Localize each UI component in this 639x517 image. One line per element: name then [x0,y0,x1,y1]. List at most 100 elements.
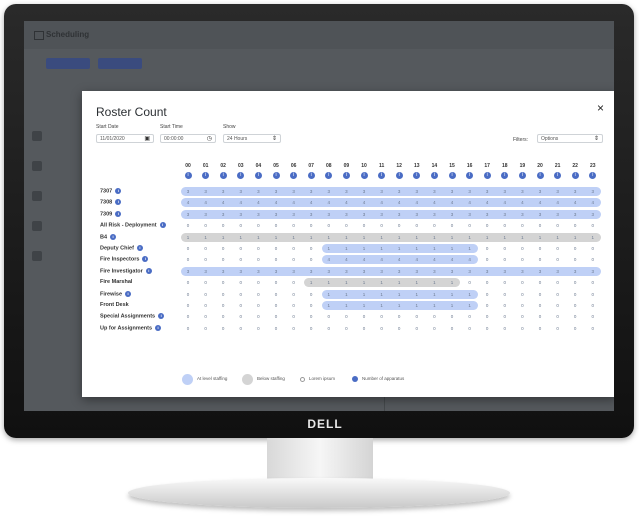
roster-cell[interactable]: 4 [426,257,442,262]
roster-cell[interactable]: 0 [514,292,530,297]
show-select[interactable]: 24 Hours ⇕ [223,134,281,143]
roster-cell[interactable]: 1 [391,280,407,285]
roster-cell[interactable]: 4 [286,200,302,205]
roster-cell[interactable]: 0 [356,223,372,228]
hour-info-icon[interactable]: i [360,172,368,179]
roster-cell[interactable]: 3 [356,189,372,194]
roster-cell[interactable]: 0 [585,257,601,262]
row-info-icon[interactable]: i [115,199,122,206]
hour-info-icon[interactable]: i [536,172,544,179]
roster-cell[interactable]: 0 [250,280,266,285]
roster-cell[interactable]: 3 [532,189,548,194]
hour-info-icon[interactable]: i [413,172,421,179]
hour-info-icon[interactable]: i [395,172,403,179]
roster-cell[interactable]: 1 [426,246,442,251]
roster-cell[interactable]: 3 [215,269,231,274]
hour-info-icon[interactable]: i [290,172,298,179]
roster-cell[interactable]: 0 [532,303,548,308]
roster-cell[interactable]: 3 [303,212,319,217]
roster-cell[interactable]: 3 [356,212,372,217]
row-info-icon[interactable]: i [145,267,152,274]
roster-cell[interactable]: 0 [497,326,513,331]
roster-cell[interactable]: 3 [409,269,425,274]
roster-cell[interactable]: 3 [321,212,337,217]
roster-cell[interactable]: 4 [444,257,460,262]
roster-cell[interactable]: 0 [409,223,425,228]
roster-cell[interactable]: 4 [462,200,478,205]
roster-cell[interactable]: 0 [532,246,548,251]
roster-cell[interactable]: 1 [391,235,407,240]
roster-cell[interactable]: 0 [567,223,583,228]
roster-cell[interactable]: 3 [391,189,407,194]
roster-cell[interactable]: 0 [233,280,249,285]
hour-info-icon[interactable]: i [325,172,333,179]
roster-cell[interactable]: 1 [321,292,337,297]
roster-cell[interactable]: 0 [532,326,548,331]
roster-cell[interactable]: 0 [233,303,249,308]
roster-cell[interactable]: 0 [391,326,407,331]
roster-cell[interactable]: 0 [585,326,601,331]
roster-cell[interactable]: 0 [532,257,548,262]
roster-cell[interactable]: 3 [585,212,601,217]
roster-cell[interactable]: 4 [321,200,337,205]
roster-cell[interactable]: 0 [550,223,566,228]
roster-cell[interactable]: 1 [374,246,390,251]
hour-info-icon[interactable]: i [466,172,474,179]
roster-cell[interactable]: 4 [497,200,513,205]
roster-cell[interactable]: 1 [462,303,478,308]
roster-cell[interactable]: 0 [479,223,495,228]
roster-cell[interactable]: 0 [286,326,302,331]
roster-cell[interactable]: 4 [514,200,530,205]
roster-cell[interactable]: 0 [198,314,214,319]
roster-cell[interactable]: 0 [286,223,302,228]
roster-cell[interactable]: 0 [356,326,372,331]
roster-cell[interactable]: 3 [198,269,214,274]
roster-cell[interactable]: 0 [286,314,302,319]
roster-cell[interactable]: 0 [198,223,214,228]
roster-cell[interactable]: 0 [321,326,337,331]
row-info-icon[interactable]: i [158,313,165,320]
roster-cell[interactable]: 0 [198,303,214,308]
roster-cell[interactable]: 0 [532,280,548,285]
row-info-icon[interactable]: i [155,324,162,331]
row-info-icon[interactable]: i [125,290,132,297]
roster-cell[interactable]: 3 [514,269,530,274]
roster-cell[interactable]: 0 [303,303,319,308]
roster-cell[interactable]: 3 [338,189,354,194]
roster-cell[interactable]: 4 [233,200,249,205]
roster-cell[interactable]: 3 [567,189,583,194]
roster-cell[interactable]: 0 [567,257,583,262]
roster-cell[interactable]: 0 [180,326,196,331]
roster-cell[interactable]: 0 [479,303,495,308]
hour-info-icon[interactable]: i [342,172,350,179]
roster-cell[interactable]: 1 [356,303,372,308]
roster-cell[interactable]: 1 [444,303,460,308]
roster-cell[interactable]: 0 [286,246,302,251]
roster-cell[interactable]: 0 [215,223,231,228]
roster-cell[interactable]: 4 [391,200,407,205]
roster-cell[interactable]: 3 [233,269,249,274]
roster-cell[interactable]: 1 [338,280,354,285]
roster-cell[interactable]: 0 [497,303,513,308]
roster-cell[interactable]: 1 [409,280,425,285]
roster-cell[interactable]: 3 [180,212,196,217]
hour-info-icon[interactable]: i [589,172,597,179]
hour-info-icon[interactable]: i [219,172,227,179]
roster-cell[interactable]: 1 [356,235,372,240]
roster-cell[interactable]: 0 [391,314,407,319]
roster-cell[interactable]: 3 [444,212,460,217]
roster-cell[interactable]: 0 [497,257,513,262]
hour-info-icon[interactable]: i [237,172,245,179]
roster-cell[interactable]: 0 [215,246,231,251]
roster-cell[interactable]: 4 [550,200,566,205]
roster-cell[interactable]: 1 [356,292,372,297]
roster-cell[interactable]: 3 [462,189,478,194]
roster-cell[interactable]: 3 [550,269,566,274]
roster-cell[interactable]: 0 [198,326,214,331]
roster-cell[interactable]: 0 [233,326,249,331]
roster-cell[interactable]: 3 [215,212,231,217]
roster-cell[interactable]: 4 [567,200,583,205]
roster-cell[interactable]: 0 [479,326,495,331]
roster-cell[interactable]: 0 [268,257,284,262]
roster-cell[interactable]: 3 [250,269,266,274]
